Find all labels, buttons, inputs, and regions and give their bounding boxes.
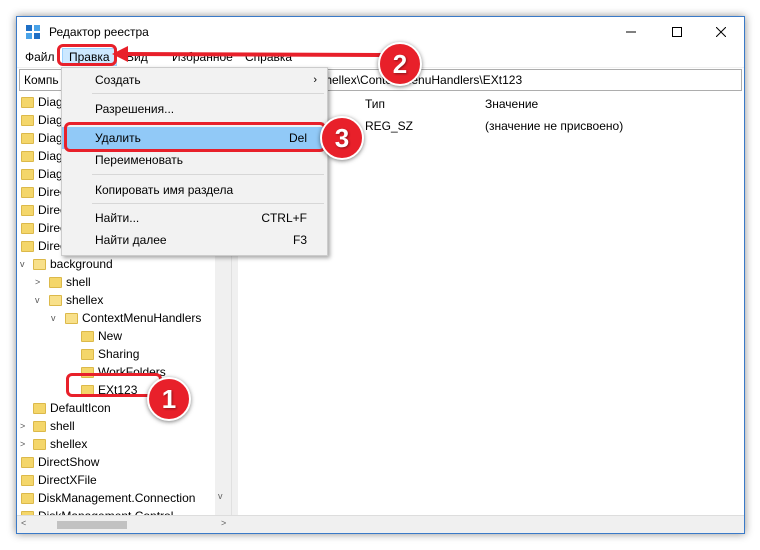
address-left: Компь bbox=[24, 73, 59, 87]
menu-file[interactable]: Файл bbox=[19, 49, 61, 65]
maximize-button[interactable] bbox=[654, 17, 700, 47]
menu-item-find[interactable]: Найти... CTRL+F bbox=[62, 207, 327, 229]
chevron-right-icon[interactable]: > bbox=[221, 518, 226, 528]
folder-icon bbox=[21, 474, 34, 486]
folder-icon bbox=[21, 204, 34, 216]
menu-item-copy-key-name[interactable]: Копировать имя раздела bbox=[62, 179, 327, 201]
title-bar[interactable]: Редактор реестра bbox=[17, 17, 744, 47]
tree-item-background[interactable]: background bbox=[33, 255, 113, 273]
tree-item-shellex[interactable]: shellex bbox=[33, 435, 87, 453]
menu-separator bbox=[92, 93, 324, 94]
tree-item[interactable]: Diag bbox=[21, 93, 63, 111]
close-icon bbox=[716, 27, 726, 37]
tree-item-directshow[interactable]: DirectShow bbox=[21, 453, 99, 471]
folder-icon bbox=[33, 402, 46, 414]
window-title: Редактор реестра bbox=[49, 25, 149, 39]
registry-editor-icon bbox=[26, 25, 40, 39]
chevron-right-icon[interactable]: > bbox=[20, 421, 25, 431]
folder-icon bbox=[33, 420, 46, 432]
minimize-icon bbox=[626, 31, 636, 33]
folder-icon bbox=[21, 492, 34, 504]
folder-icon bbox=[21, 186, 34, 198]
annotation-box-edit-menu bbox=[57, 44, 117, 66]
tree-item[interactable]: Direc bbox=[21, 201, 66, 219]
folder-icon bbox=[33, 258, 46, 270]
folder-icon bbox=[49, 276, 62, 288]
folder-icon bbox=[33, 438, 46, 450]
shortcut-f3: F3 bbox=[292, 233, 307, 247]
menu-separator bbox=[92, 203, 324, 204]
chevron-right-icon[interactable]: > bbox=[20, 439, 25, 449]
tree-item-shellex[interactable]: shellex bbox=[49, 291, 103, 309]
chevron-down-icon[interactable]: v bbox=[218, 491, 228, 501]
folder-icon bbox=[21, 222, 34, 234]
edit-menu-dropdown: Создать › Разрешения... Удалить Del Пере… bbox=[61, 67, 328, 256]
minimize-button[interactable] bbox=[608, 17, 654, 47]
folder-icon bbox=[81, 330, 94, 342]
value-data-cell[interactable]: (значение не присвоено) bbox=[485, 119, 623, 133]
chevron-down-icon[interactable]: v bbox=[20, 259, 25, 269]
scroll-thumb[interactable] bbox=[57, 521, 127, 529]
tree-item-shell[interactable]: shell bbox=[33, 417, 75, 435]
tree-item-shell[interactable]: shell bbox=[49, 273, 91, 291]
address-right: \shellex\ContextMenuHandlers\EXt123 bbox=[316, 73, 523, 87]
tree-item[interactable]: Diag bbox=[21, 165, 63, 183]
annotation-badge-2: 2 bbox=[378, 42, 422, 86]
menu-item-rename[interactable]: Переименовать bbox=[62, 149, 327, 171]
menu-item-permissions[interactable]: Разрешения... bbox=[62, 98, 327, 120]
tree-item[interactable]: Direc bbox=[21, 183, 66, 201]
folder-icon bbox=[81, 348, 94, 360]
chevron-right-icon[interactable]: > bbox=[35, 277, 40, 287]
folder-icon bbox=[21, 96, 34, 108]
annotation-box-delete bbox=[64, 122, 326, 152]
folder-icon bbox=[49, 294, 62, 306]
tree-item-diskmanagement-connection[interactable]: DiskManagement.Connection bbox=[21, 489, 195, 507]
menu-separator bbox=[92, 174, 324, 175]
tree-item-defaulticon[interactable]: DefaultIcon bbox=[33, 399, 111, 417]
chevron-left-icon[interactable]: < bbox=[21, 518, 26, 528]
tree-item-sharing[interactable]: Sharing bbox=[81, 345, 139, 363]
tree-item[interactable]: Diag bbox=[21, 111, 63, 129]
folder-icon bbox=[21, 168, 34, 180]
folder-icon bbox=[21, 132, 34, 144]
chevron-down-icon[interactable]: v bbox=[35, 295, 40, 305]
tree-item[interactable]: Diag bbox=[21, 129, 63, 147]
tree-item-directxfile[interactable]: DirectXFile bbox=[21, 471, 97, 489]
folder-icon bbox=[21, 150, 34, 162]
tree-item[interactable]: Diag bbox=[21, 147, 63, 165]
tree-item-contextmenuhandlers[interactable]: ContextMenuHandlers bbox=[65, 309, 201, 327]
tree-item[interactable]: Direc bbox=[21, 219, 66, 237]
annotation-arrow bbox=[112, 46, 386, 62]
folder-icon bbox=[21, 456, 34, 468]
shortcut-ctrl-f: CTRL+F bbox=[261, 211, 307, 225]
folder-icon bbox=[21, 114, 34, 126]
maximize-icon bbox=[672, 27, 682, 37]
tree-item-new[interactable]: New bbox=[81, 327, 122, 345]
chevron-down-icon[interactable]: v bbox=[51, 313, 56, 323]
menu-item-create[interactable]: Создать › bbox=[62, 69, 327, 91]
tree-item-diskmanagement-control[interactable]: DiskManagement.Control bbox=[21, 507, 173, 515]
annotation-badge-1: 1 bbox=[147, 377, 191, 421]
column-value[interactable]: Значение bbox=[485, 97, 538, 111]
folder-icon bbox=[65, 312, 78, 324]
folder-icon bbox=[21, 240, 34, 252]
value-type-cell[interactable]: REG_SZ bbox=[365, 119, 413, 133]
horizontal-scrollbar[interactable]: < > bbox=[17, 515, 744, 533]
tree-item[interactable]: Direc bbox=[21, 237, 66, 255]
menu-item-find-next[interactable]: Найти далее F3 bbox=[62, 229, 327, 251]
column-type[interactable]: Тип bbox=[365, 97, 385, 111]
close-button[interactable] bbox=[698, 17, 744, 47]
chevron-right-icon: › bbox=[313, 74, 317, 86]
annotation-badge-3: 3 bbox=[320, 116, 364, 160]
